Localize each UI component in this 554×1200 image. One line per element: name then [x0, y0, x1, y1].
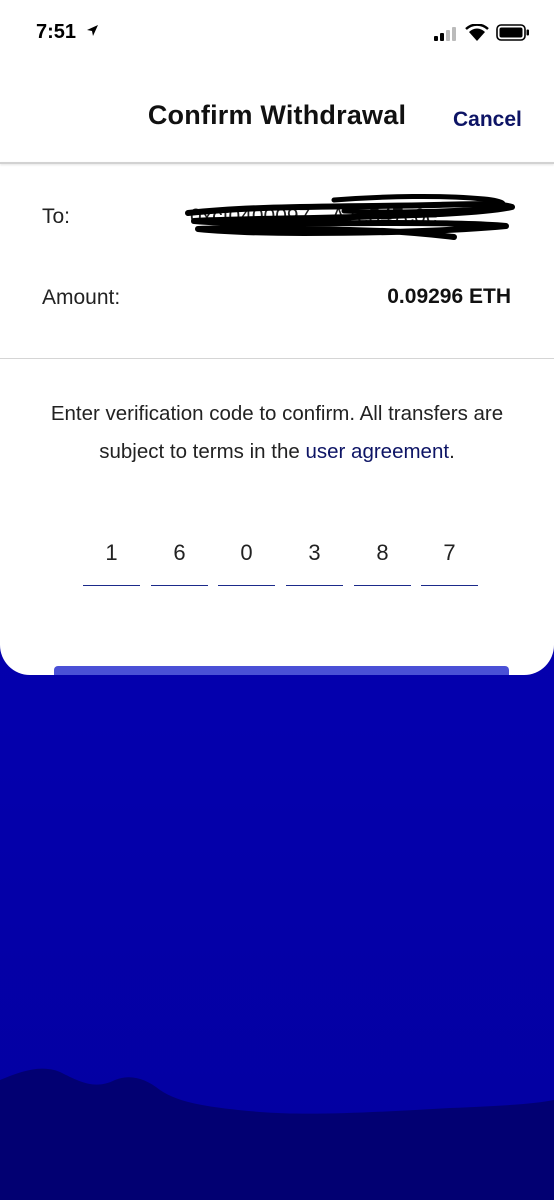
user-agreement-link[interactable]: user agreement: [305, 440, 449, 463]
status-bar: 7:51: [0, 0, 554, 66]
section-divider: [0, 358, 554, 359]
amount-label: Amount:: [42, 286, 121, 309]
amount-value: 0.09296 ETH: [387, 285, 511, 308]
battery-icon: [496, 24, 529, 41]
wifi-icon: [465, 24, 489, 41]
recipient-address: 0xcf0400097…A7e547c0e: [184, 193, 516, 241]
to-label: To:: [42, 205, 71, 228]
cellular-signal-icon: [434, 27, 456, 41]
code-digit-2[interactable]: 6: [151, 535, 208, 586]
header: Confirm Withdrawal Cancel: [0, 66, 554, 162]
confirm-button[interactable]: [54, 666, 509, 675]
code-digit-4[interactable]: 3: [286, 535, 343, 586]
header-divider: [0, 162, 554, 164]
code-digit-1[interactable]: 1: [83, 535, 140, 586]
withdrawal-sheet: 7:51 Confirm Withdrawal Cancel To: 0xcf0…: [0, 0, 554, 675]
verification-code-input[interactable]: 1 6 0 3 8 7: [83, 535, 479, 587]
code-digit-5[interactable]: 8: [354, 535, 411, 586]
code-digit-3[interactable]: 0: [218, 535, 275, 586]
code-digit-6[interactable]: 7: [421, 535, 478, 586]
location-arrow-icon: [87, 25, 98, 36]
instructions-suffix: .: [449, 440, 455, 463]
verification-instructions: Enter verification code to confirm. All …: [40, 395, 514, 471]
cancel-button[interactable]: Cancel: [453, 108, 522, 132]
redaction-scribble: [185, 193, 515, 240]
status-time: 7:51: [36, 21, 77, 43]
